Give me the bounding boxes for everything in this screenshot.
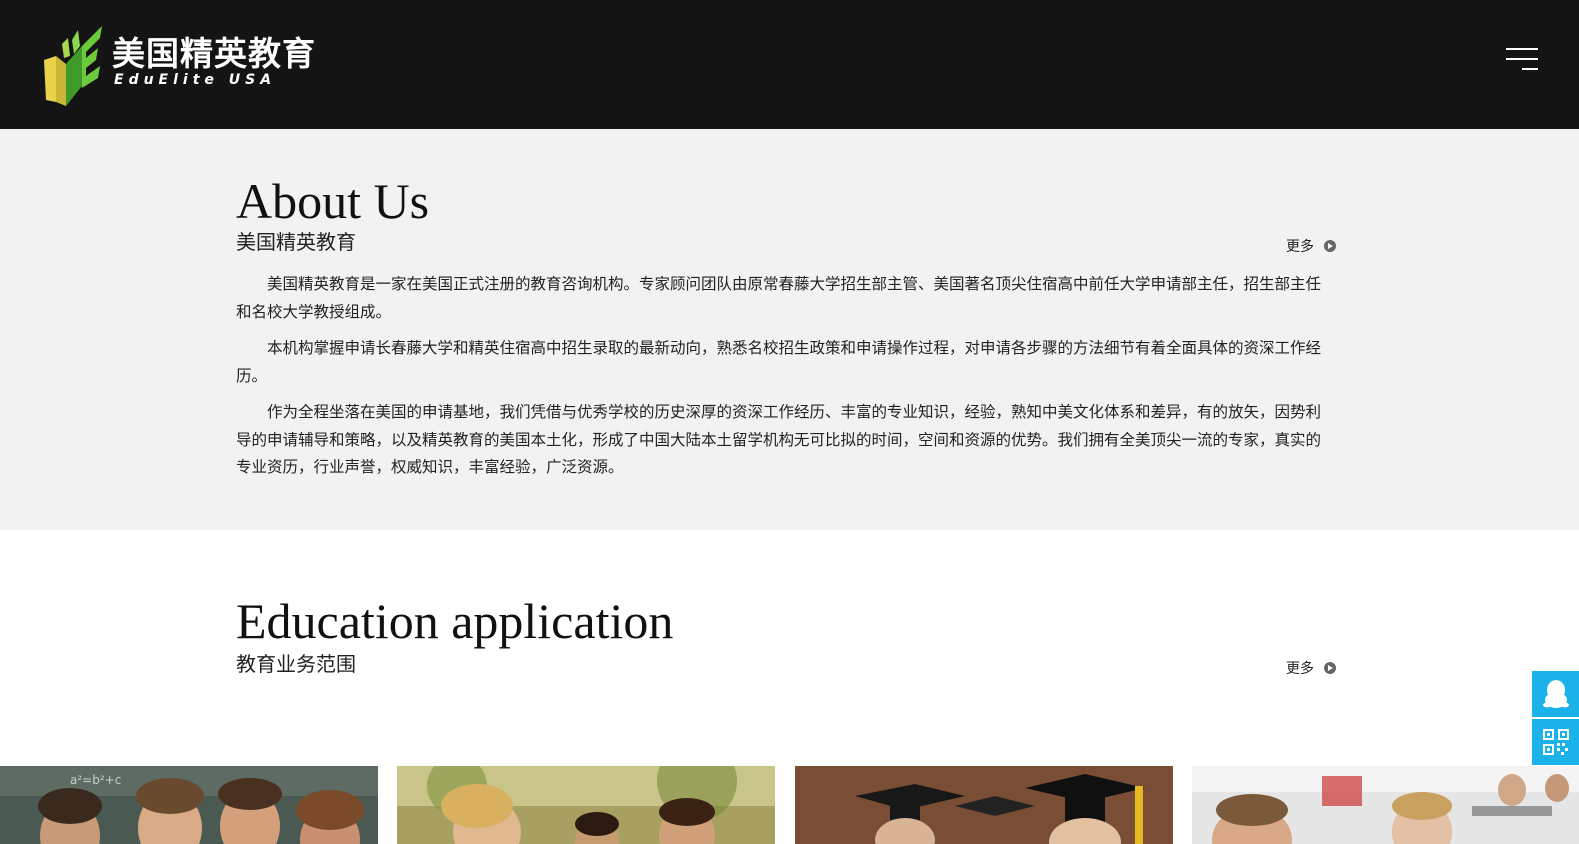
more-label: 更多 (1286, 238, 1314, 254)
book-leaf-logo-icon (44, 26, 102, 106)
education-photo-strip: a²=b²+c (0, 766, 1579, 844)
about-title: About Us (236, 173, 430, 229)
qq-chat-button[interactable] (1532, 671, 1579, 717)
qq-penguin-icon (1542, 680, 1569, 708)
education-title: Education application (236, 593, 674, 649)
about-paragraph: 本机构掌握申请长春藤大学和精英住宿高中招生录取的最新动向，熟悉名校招生政策和申请… (236, 340, 1322, 385)
students-laptops-photo[interactable] (1192, 766, 1579, 844)
students-classroom-photo[interactable]: a²=b²+c (0, 766, 378, 844)
about-more-link[interactable]: 更多 (1286, 236, 1336, 256)
students-outdoors-photo[interactable] (397, 766, 775, 844)
about-body: 美国精英教育是一家在美国正式注册的教育咨询机构。专家顾问团队由原常春藤大学招生部… (236, 271, 1336, 491)
site-logo[interactable]: 美国精英教育 EduElite USA (42, 24, 316, 106)
hamburger-menu-icon[interactable] (1506, 46, 1538, 74)
more-label: 更多 (1286, 660, 1314, 676)
svg-text:a²=b²+c: a²=b²+c (70, 773, 121, 787)
circle-arrow-right-icon (1324, 662, 1336, 674)
about-section: About Us 美国精英教育 更多 美国精英教育是一家在美国正式注册的教育咨询… (0, 129, 1579, 530)
site-header: 美国精英教育 EduElite USA (0, 0, 1579, 129)
about-paragraph: 美国精英教育是一家在美国正式注册的教育咨询机构。专家顾问团队由原常春藤大学招生部… (236, 276, 1322, 321)
logo-chinese-text: 美国精英教育 (112, 34, 316, 73)
about-subtitle: 美国精英教育 (236, 232, 356, 254)
qr-code-icon (1542, 729, 1569, 755)
qr-code-button[interactable] (1532, 719, 1579, 765)
education-subtitle: 教育业务范围 (236, 654, 356, 676)
about-paragraph: 作为全程坐落在美国的申请基地，我们凭借与优秀学校的历史深厚的资深工作经历、丰富的… (236, 404, 1322, 476)
circle-arrow-right-icon (1324, 240, 1336, 252)
education-more-link[interactable]: 更多 (1286, 658, 1336, 678)
logo-english-text: EduElite USA (114, 72, 277, 88)
graduation-caps-photo[interactable] (795, 766, 1173, 844)
